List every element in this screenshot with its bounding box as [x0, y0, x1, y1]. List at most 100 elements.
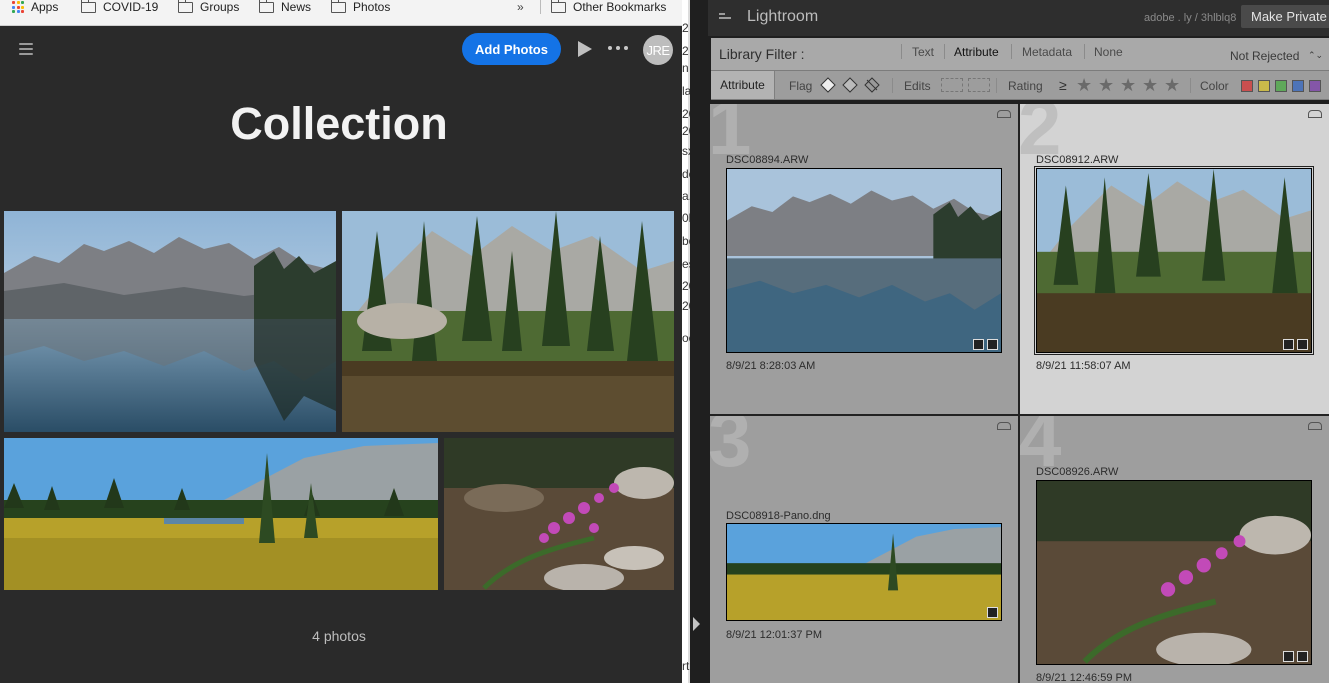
cell-capture-date: 8/9/21 12:01:37 PM: [726, 629, 823, 641]
bookmark-folder-groups[interactable]: Groups: [177, 0, 239, 14]
expand-panel-arrow-icon[interactable]: [693, 617, 700, 631]
folder-icon: [80, 0, 96, 13]
bookmark-apps[interactable]: Apps: [12, 0, 58, 14]
unedited-icon[interactable]: [968, 78, 990, 92]
filter-attribute[interactable]: Attribute: [954, 45, 999, 59]
color-swatch-blue[interactable]: [1292, 80, 1304, 92]
photo-forest-stream[interactable]: [342, 211, 674, 432]
bookmark-label: News: [281, 0, 312, 14]
window-gap-strip: 22nla2020sxdca.x0kboes2020oert: [682, 0, 708, 683]
filter-divider: [1011, 44, 1012, 59]
flag-rejected-icon[interactable]: [864, 77, 880, 93]
app-header: Add Photos JRE: [0, 26, 682, 72]
collection-badge-icon: [1283, 651, 1294, 662]
cell-index: 3: [710, 416, 752, 483]
photo-meadow[interactable]: [4, 438, 438, 590]
make-private-button[interactable]: Make Private: [1241, 5, 1329, 28]
color-label: Color: [1200, 79, 1229, 93]
star-icon[interactable]: ★: [1164, 75, 1180, 96]
cell-filename: DSC08918-Pano.dng: [726, 510, 831, 522]
filter-divider: [901, 44, 902, 59]
edited-icon[interactable]: [941, 78, 963, 92]
bookmark-label: Photos: [353, 0, 391, 14]
grid-cell[interactable]: 1 DSC08894.ARW 8/9/21 8:28:03 AM: [710, 104, 1018, 414]
background-text-fragment: 2: [682, 44, 689, 58]
attr-divider: [996, 78, 997, 93]
cell-thumbnail[interactable]: [1034, 166, 1314, 355]
star-icon[interactable]: ★: [1142, 75, 1158, 96]
cell-filename: DSC08926.ARW: [1036, 466, 1119, 478]
lightroom-window: Lightroom adobe . ly / 3hlblq8 Make Priv…: [708, 0, 1329, 683]
folder-icon: [177, 0, 193, 13]
folder-icon: [330, 0, 346, 13]
cell-capture-date: 8/9/21 12:46:59 PM: [1036, 672, 1133, 683]
rating-operator[interactable]: ≥: [1059, 77, 1067, 93]
star-icon[interactable]: ★: [1076, 75, 1092, 96]
library-filter-label: Library Filter :: [719, 46, 805, 62]
menu-icon[interactable]: [19, 43, 33, 55]
bookmark-apps-label: Apps: [31, 0, 59, 14]
color-swatch-purple[interactable]: [1309, 80, 1321, 92]
browser-window: Apps COVID-19 Groups News Photos » Other…: [0, 0, 682, 683]
lightroom-title: Lightroom: [747, 8, 819, 25]
bookmarks-overflow-button[interactable]: »: [517, 0, 524, 14]
filter-none[interactable]: None: [1094, 45, 1123, 59]
color-swatch-green[interactable]: [1275, 80, 1287, 92]
folder-icon: [550, 0, 566, 13]
cell-filename: DSC08912.ARW: [1036, 154, 1119, 166]
bookmark-folder-covid[interactable]: COVID-19: [80, 0, 158, 14]
collection-title: Collection: [230, 98, 448, 149]
avatar[interactable]: JRE: [643, 35, 673, 65]
bookmark-folder-news[interactable]: News: [258, 0, 312, 14]
attr-divider: [1190, 78, 1191, 93]
filter-text[interactable]: Text: [912, 45, 934, 59]
grid-cell[interactable]: 3 DSC08918-Pano.dng 8/9/21 12:01:37 PM: [710, 416, 1018, 683]
edited-badge-icon: [987, 607, 998, 618]
grid-cell[interactable]: 4 DSC08926.ARW 8/9/21 12:46:59 PM: [1020, 416, 1329, 683]
star-icon[interactable]: ★: [1098, 75, 1114, 96]
bookmark-folder-photos[interactable]: Photos: [330, 0, 391, 14]
rating-label: Rating: [1008, 79, 1043, 93]
cell-filename: DSC08894.ARW: [726, 154, 809, 166]
collection-badge-icon: [973, 339, 984, 350]
color-swatch-yellow[interactable]: [1258, 80, 1270, 92]
background-text-fragment: 2: [682, 21, 689, 35]
bookmarks-divider: [540, 0, 541, 14]
bookmark-folder-other[interactable]: Other Bookmarks: [550, 0, 666, 14]
panel-toggle-icon[interactable]: [719, 13, 733, 23]
rotate-icon[interactable]: [1308, 110, 1322, 118]
lightroom-left-panel-collapsed: [690, 0, 708, 683]
more-options-icon[interactable]: [608, 46, 628, 50]
filter-metadata[interactable]: Metadata: [1022, 45, 1072, 59]
edited-badge-icon: [1297, 339, 1308, 350]
rotate-icon[interactable]: [1308, 422, 1322, 430]
cell-capture-date: 8/9/21 8:28:03 AM: [726, 360, 816, 372]
rotate-icon[interactable]: [997, 110, 1011, 118]
star-icon[interactable]: ★: [1120, 75, 1136, 96]
library-filter-bar: Library Filter : Text Attribute Metadata…: [711, 38, 1329, 70]
apps-grid-icon: [12, 1, 24, 13]
attr-divider: [892, 78, 893, 93]
photo-flowers[interactable]: [444, 438, 674, 590]
play-icon[interactable]: [578, 41, 592, 57]
attribute-tab[interactable]: Attribute: [711, 71, 775, 99]
flag-unflagged-icon[interactable]: [842, 77, 858, 93]
background-text-fragment: n: [682, 61, 689, 75]
color-swatch-red[interactable]: [1241, 80, 1253, 92]
cell-thumbnail[interactable]: [1036, 480, 1312, 665]
rotate-icon[interactable]: [997, 422, 1011, 430]
add-photos-button[interactable]: Add Photos: [462, 33, 561, 65]
bookmarks-bar: Apps COVID-19 Groups News Photos » Other…: [0, 0, 682, 26]
cell-thumbnail[interactable]: [726, 523, 1002, 621]
filter-preset-dropdown[interactable]: Not Rejected: [1230, 49, 1299, 63]
cell-thumbnail[interactable]: [726, 168, 1002, 353]
grid-cell-selected[interactable]: 2 DSC08912.ARW 8/9/21 11:58:07 AM: [1020, 104, 1329, 414]
share-url[interactable]: adobe . ly / 3hlblq8: [1144, 12, 1236, 24]
edited-badge-icon: [1297, 651, 1308, 662]
flag-picked-icon[interactable]: [820, 77, 836, 93]
chevron-down-icon: ⌃⌄: [1308, 50, 1324, 60]
folder-icon: [258, 0, 274, 13]
flag-label: Flag: [789, 79, 813, 93]
photo-count: 4 photos: [312, 628, 366, 644]
photo-lake-reflection[interactable]: [4, 211, 336, 432]
